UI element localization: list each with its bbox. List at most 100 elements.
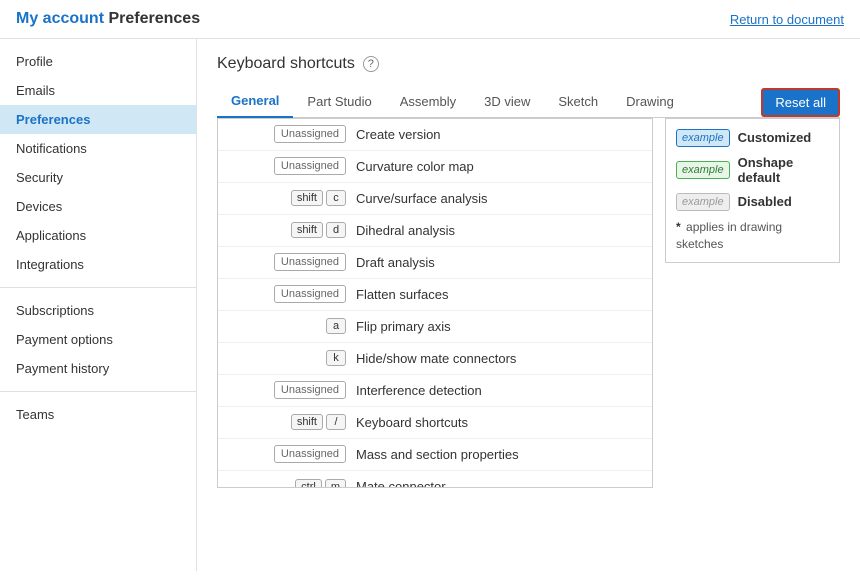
legend-example-customized: example <box>676 129 730 147</box>
return-to-document-link[interactable]: Return to document <box>730 12 844 27</box>
shortcut-row: Unassigned Flatten surfaces <box>218 279 652 311</box>
shortcut-row: Unassigned Draft analysis <box>218 247 652 279</box>
key-area: shift c <box>226 190 346 206</box>
sidebar-item-teams[interactable]: Teams <box>0 400 196 429</box>
sidebar-item-devices[interactable]: Devices <box>0 192 196 221</box>
sidebar-item-applications[interactable]: Applications <box>0 221 196 250</box>
legend-example-disabled: example <box>676 193 730 211</box>
sidebar-item-payment-options[interactable]: Payment options <box>0 325 196 354</box>
unassigned-badge[interactable]: Unassigned <box>274 381 346 399</box>
tab-part-studio[interactable]: Part Studio <box>293 88 385 117</box>
action-label: Mate connector <box>356 479 446 488</box>
unassigned-badge[interactable]: Unassigned <box>274 285 346 303</box>
shortcut-row: ctrl m Mate connector <box>218 471 652 488</box>
tab-general[interactable]: General <box>217 87 293 118</box>
shortcut-row: a Flip primary axis <box>218 311 652 343</box>
unassigned-badge[interactable]: Unassigned <box>274 445 346 463</box>
sidebar-item-integrations[interactable]: Integrations <box>0 250 196 279</box>
legend-note-text: applies in drawing sketches <box>676 220 782 251</box>
key-area: Unassigned <box>226 285 346 303</box>
action-label: Mass and section properties <box>356 447 519 462</box>
section-title-area: Keyboard shortcuts ? <box>217 55 840 73</box>
key-badge: ctrl <box>295 479 322 488</box>
key-area: Unassigned <box>226 381 346 399</box>
key-area: Unassigned <box>226 157 346 175</box>
sidebar-item-notifications[interactable]: Notifications <box>0 134 196 163</box>
key-badge: m <box>325 479 346 488</box>
key-badge: c <box>326 190 346 206</box>
shortcuts-scroll-area[interactable]: Unassigned Create version Unassigned Cur… <box>217 118 653 488</box>
key-area: ctrl m <box>226 479 346 488</box>
legend-row-default: example Onshape default <box>676 155 829 185</box>
key-area: Unassigned <box>226 125 346 143</box>
sidebar-item-emails[interactable]: Emails <box>0 76 196 105</box>
header: My account Preferences Return to documen… <box>0 0 860 39</box>
action-label: Curvature color map <box>356 159 474 174</box>
sidebar-item-subscriptions[interactable]: Subscriptions <box>0 296 196 325</box>
key-area: k <box>226 350 346 366</box>
header-page-name: Preferences <box>108 10 200 27</box>
key-badge: d <box>326 222 346 238</box>
section-title-text: Keyboard shortcuts <box>217 55 355 73</box>
action-label: Keyboard shortcuts <box>356 415 468 430</box>
key-badge: shift <box>291 414 323 430</box>
help-icon[interactable]: ? <box>363 56 379 72</box>
action-label: Curve/surface analysis <box>356 191 488 206</box>
sidebar-divider-1 <box>0 287 196 288</box>
key-badge: shift <box>291 190 323 206</box>
main-layout: Profile Emails Preferences Notifications… <box>0 39 860 571</box>
content-area: Unassigned Create version Unassigned Cur… <box>217 118 840 488</box>
my-account-link[interactable]: My account <box>16 10 104 27</box>
shortcut-row: Unassigned Mass and section properties <box>218 439 652 471</box>
legend-asterisk: * <box>676 220 681 234</box>
header-title: My account Preferences <box>16 10 200 28</box>
legend-label-default: Onshape default <box>738 155 829 185</box>
tab-drawing[interactable]: Drawing <box>612 88 688 117</box>
legend-label-customized: Customized <box>738 130 812 145</box>
shortcut-row: Unassigned Interference detection <box>218 375 652 407</box>
key-area: shift d <box>226 222 346 238</box>
action-label: Hide/show mate connectors <box>356 351 516 366</box>
action-label: Dihedral analysis <box>356 223 455 238</box>
key-badge: a <box>326 318 346 334</box>
reset-all-button[interactable]: Reset all <box>761 88 840 117</box>
shortcut-row: Unassigned Create version <box>218 119 652 151</box>
tab-assembly[interactable]: Assembly <box>386 88 470 117</box>
tab-3d-view[interactable]: 3D view <box>470 88 544 117</box>
sidebar-item-profile[interactable]: Profile <box>0 47 196 76</box>
legend-example-default: example <box>676 161 730 179</box>
key-badge: / <box>326 414 346 430</box>
key-badge: shift <box>291 222 323 238</box>
shortcut-row: k Hide/show mate connectors <box>218 343 652 375</box>
action-label: Create version <box>356 127 441 142</box>
shortcut-row: shift d Dihedral analysis <box>218 215 652 247</box>
legend-row-disabled: example Disabled <box>676 193 829 211</box>
action-label: Flip primary axis <box>356 319 451 334</box>
action-label: Draft analysis <box>356 255 435 270</box>
key-badge: k <box>326 350 346 366</box>
sidebar-item-preferences[interactable]: Preferences <box>0 105 196 134</box>
sidebar: Profile Emails Preferences Notifications… <box>0 39 197 571</box>
sidebar-divider-2 <box>0 391 196 392</box>
main-content: Keyboard shortcuts ? General Part Studio… <box>197 39 860 571</box>
sidebar-item-payment-history[interactable]: Payment history <box>0 354 196 383</box>
tabs-bar: General Part Studio Assembly 3D view Ske… <box>217 87 840 118</box>
unassigned-badge[interactable]: Unassigned <box>274 253 346 271</box>
shortcut-row: shift / Keyboard shortcuts <box>218 407 652 439</box>
unassigned-badge[interactable]: Unassigned <box>274 157 346 175</box>
key-area: Unassigned <box>226 253 346 271</box>
unassigned-badge[interactable]: Unassigned <box>274 125 346 143</box>
key-area: Unassigned <box>226 445 346 463</box>
legend-label-disabled: Disabled <box>738 194 792 209</box>
shortcut-row: shift c Curve/surface analysis <box>218 183 652 215</box>
key-area: shift / <box>226 414 346 430</box>
legend-note: * applies in drawing sketches <box>676 219 829 253</box>
sidebar-item-security[interactable]: Security <box>0 163 196 192</box>
tab-sketch[interactable]: Sketch <box>544 88 612 117</box>
action-label: Flatten surfaces <box>356 287 449 302</box>
shortcut-row: Unassigned Curvature color map <box>218 151 652 183</box>
action-label: Interference detection <box>356 383 482 398</box>
legend-row-customized: example Customized <box>676 129 829 147</box>
legend-panel: example Customized example Onshape defau… <box>665 118 840 264</box>
key-area: a <box>226 318 346 334</box>
